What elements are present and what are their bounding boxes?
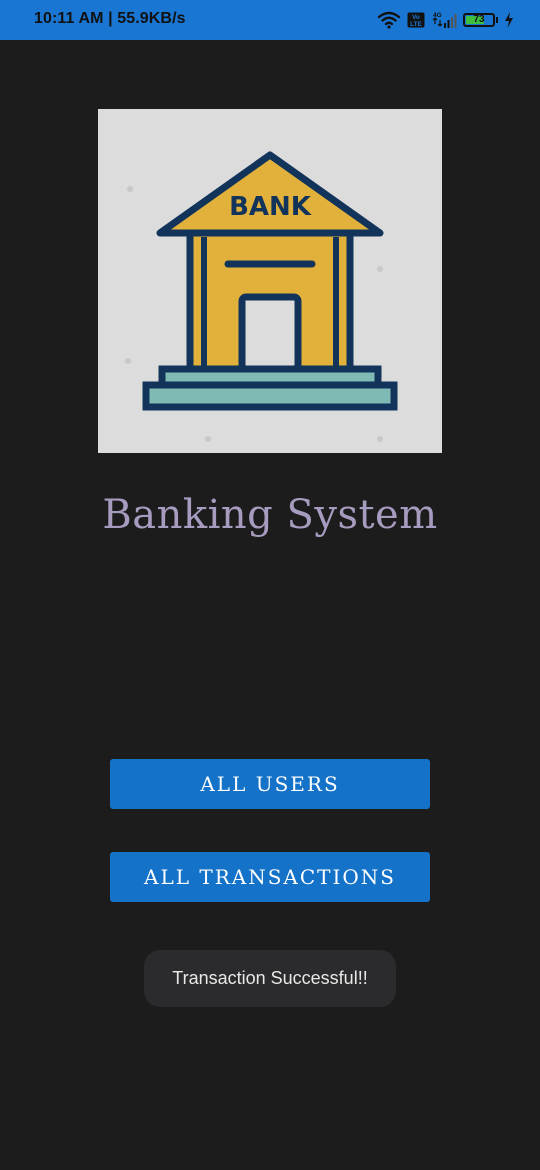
signal-icon: 4G	[432, 12, 457, 28]
battery-icon: 73	[463, 13, 498, 27]
toast-message: Transaction Successful!!	[144, 950, 396, 1007]
all-transactions-button[interactable]: ALL TRANSACTIONS	[110, 852, 430, 902]
battery-level: 73	[473, 14, 485, 25]
app-title: Banking System	[102, 492, 438, 538]
svg-text:LTE: LTE	[410, 21, 422, 28]
status-time-speed: 10:11 AM | 55.9KB/s	[34, 10, 186, 27]
bank-building-icon: BANK	[125, 151, 398, 442]
battery-tip	[496, 17, 498, 23]
battery-body: 73	[463, 13, 495, 27]
charging-icon	[505, 12, 513, 28]
bank-logo: BANK	[98, 109, 442, 453]
status-bar: 10:11 AM | 55.9KB/s Vo LTE 4G 73	[0, 0, 540, 40]
wifi-icon	[377, 11, 401, 29]
status-icons: Vo LTE 4G 73	[377, 9, 514, 31]
volte-icon: Vo LTE	[407, 12, 425, 28]
svg-text:Vo: Vo	[412, 14, 420, 21]
bank-logo-text: BANK	[229, 192, 312, 222]
all-users-button[interactable]: ALL USERS	[110, 759, 430, 809]
